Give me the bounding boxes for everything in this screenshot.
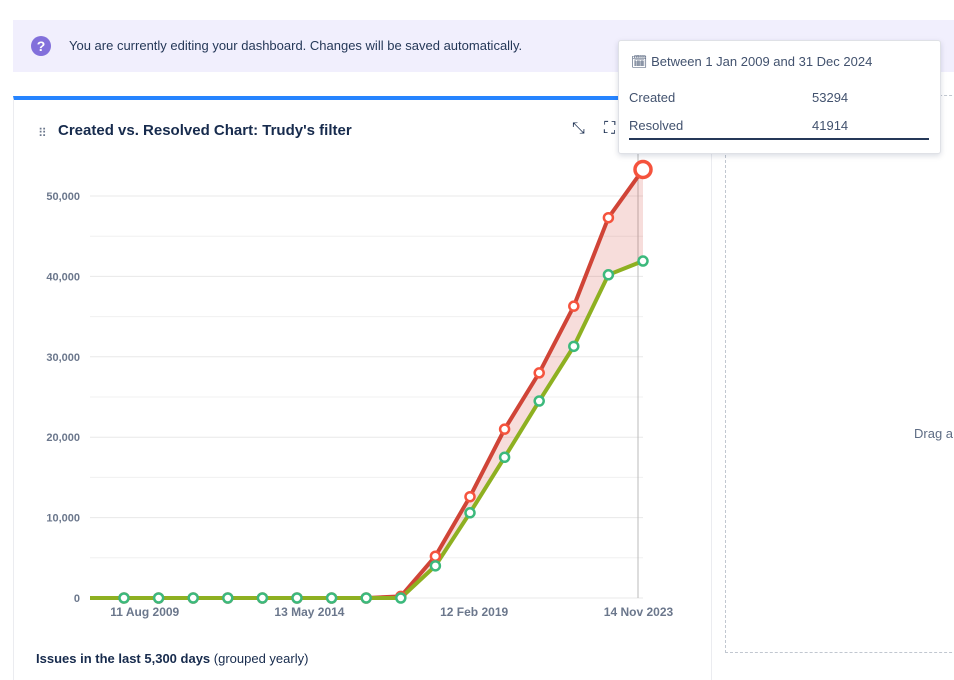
data-point-resolved — [360, 592, 372, 604]
data-point-resolved — [222, 592, 234, 604]
tooltip-row-created: Created 53294 — [629, 90, 929, 105]
chart-tooltip: 🗓 Between 1 Jan 2009 and 31 Dec 2024 Cre… — [618, 40, 941, 154]
y-tick-label: 20,000 — [46, 432, 80, 444]
x-tick-label: 11 Aug 2009 — [110, 605, 179, 619]
tooltip-label: Resolved — [629, 118, 684, 133]
data-point-resolved — [256, 592, 269, 604]
tooltip-date-range: Between 1 Jan 2009 and 31 Dec 2024 — [651, 54, 873, 69]
data-point-resolved — [464, 507, 476, 519]
tooltip-label: Created — [629, 90, 676, 105]
data-point-resolved — [533, 395, 545, 407]
data-point-resolved — [568, 340, 580, 353]
data-point-created — [464, 490, 476, 503]
data-point-created — [602, 211, 615, 224]
data-point-resolved — [187, 592, 199, 604]
x-tick-label: 12 Feb 2019 — [440, 605, 508, 619]
data-point-resolved — [429, 560, 442, 572]
data-point-resolved — [395, 592, 407, 604]
data-point-created — [429, 550, 442, 562]
x-tick-label: 14 Nov 2023 — [604, 605, 674, 619]
y-tick-label: 10,000 — [46, 513, 80, 525]
data-point-created — [633, 159, 653, 180]
data-point-created — [568, 300, 580, 312]
y-tick-label: 30,000 — [46, 352, 80, 364]
series-line-created — [90, 168, 645, 600]
y-tick-label: 50,000 — [46, 191, 80, 203]
data-point-resolved — [118, 592, 130, 604]
y-tick-label: 0 — [74, 593, 80, 605]
tooltip-value: 53294 — [812, 90, 849, 105]
x-tick-label: 13 May 2014 — [274, 605, 344, 619]
tooltip-underline — [629, 138, 929, 140]
data-point-resolved — [637, 255, 649, 267]
data-point-resolved — [602, 269, 615, 281]
difference-area — [124, 169, 643, 598]
series-line-resolved — [90, 259, 644, 600]
data-point-resolved — [291, 592, 303, 604]
data-point-resolved — [325, 592, 338, 604]
data-point-resolved — [498, 451, 511, 464]
footer-bold: Issues in the last 5,300 days — [36, 651, 211, 666]
tooltip-header: 🗓 Between 1 Jan 2009 and 31 Dec 2024 — [631, 54, 872, 70]
footer-rest: (grouped yearly) — [210, 651, 309, 666]
tooltip-row-resolved: Resolved 41914 — [629, 118, 929, 133]
data-point-created — [533, 367, 545, 379]
data-point-created — [498, 423, 511, 435]
chart-footer: Issues in the last 5,300 days (grouped y… — [36, 651, 308, 666]
calendar-icon: 🗓 — [631, 54, 648, 69]
y-tick-label: 40,000 — [46, 271, 80, 283]
data-point-resolved — [152, 592, 165, 604]
tooltip-value: 41914 — [812, 118, 849, 133]
